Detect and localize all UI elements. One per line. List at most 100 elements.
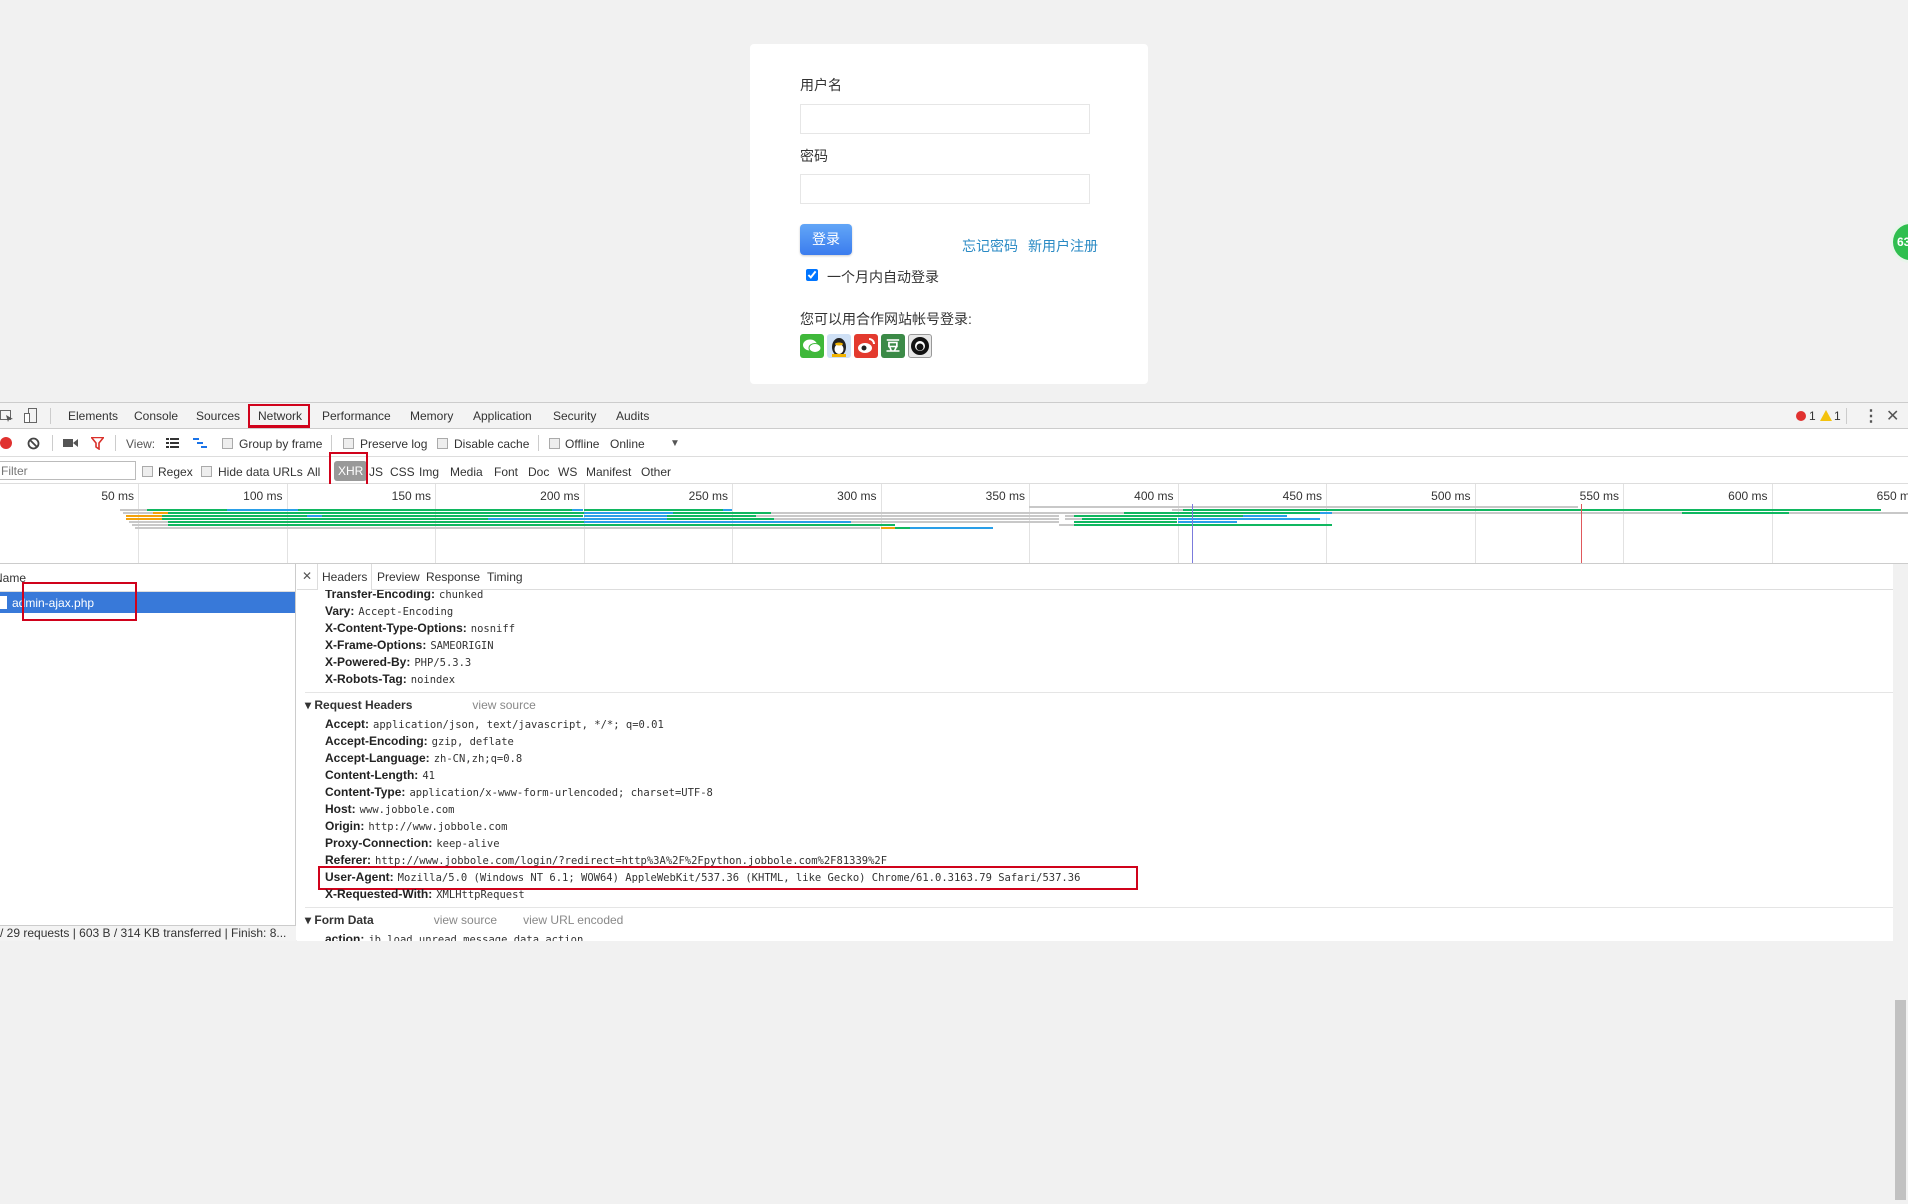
tab-sources[interactable]: Sources: [196, 409, 240, 423]
timeline-tick-label: 650 ms: [1876, 489, 1908, 503]
tab-response[interactable]: Response: [426, 570, 480, 584]
headers-scrollbar[interactable]: [1893, 564, 1908, 1200]
regex-checkbox[interactable]: [142, 466, 153, 477]
filter-type-css[interactable]: CSS: [390, 465, 415, 479]
request-timing-bar: [1058, 524, 1074, 526]
timeline-gridline: [1029, 484, 1030, 563]
warning-icon[interactable]: [1820, 410, 1832, 421]
large-rows-icon[interactable]: [166, 438, 179, 448]
view-toggle-link[interactable]: view URL encoded: [523, 913, 623, 927]
inspect-element-icon[interactable]: [0, 409, 14, 423]
collapse-triangle-icon[interactable]: ▾: [305, 698, 314, 712]
close-devtools-icon[interactable]: ✕: [1886, 406, 1899, 426]
error-count[interactable]: 1: [1809, 409, 1816, 423]
wechat-icon[interactable]: [800, 334, 824, 358]
request-timing-bar: [895, 527, 911, 529]
timeline-tick-label: 600 ms: [1728, 489, 1768, 503]
login-button[interactable]: 登录: [800, 224, 852, 255]
request-timing-bar: [1242, 515, 1288, 517]
header-name: X-Robots-Tag:: [325, 672, 407, 686]
section-title: Form Data: [314, 913, 374, 927]
filter-input[interactable]: [0, 461, 136, 480]
tab-memory[interactable]: Memory: [410, 409, 453, 423]
tab-audits[interactable]: Audits: [616, 409, 649, 423]
devtools-panel: Elements Console Sources Network Perform…: [0, 402, 1908, 1200]
offline-checkbox[interactable]: [549, 438, 560, 449]
username-input[interactable]: [800, 104, 1090, 134]
response-header-row: X-Frame-Options: SAMEORIGIN: [325, 637, 494, 654]
tab-preview[interactable]: Preview: [377, 570, 420, 584]
filter-type-doc[interactable]: Doc: [528, 465, 549, 479]
filter-type-ws[interactable]: WS: [558, 465, 577, 479]
hide-data-urls-checkbox[interactable]: [201, 466, 212, 477]
tab-security[interactable]: Security: [553, 409, 596, 423]
request-timing-bar: [167, 521, 435, 523]
tab-console[interactable]: Console: [134, 409, 178, 423]
overview-icon[interactable]: [193, 438, 207, 448]
filter-type-other[interactable]: Other: [641, 465, 671, 479]
network-overview-timeline[interactable]: 50 ms 100 ms 150 ms 200 ms 250 ms 300 ms 350 m…: [0, 484, 1908, 564]
tab-application[interactable]: Application: [473, 409, 532, 423]
header-name: Host:: [325, 802, 356, 816]
response-header-row: X-Robots-Tag: noindex: [325, 671, 455, 688]
timeline-tick-label: 500 ms: [1431, 489, 1471, 503]
filter-type-img[interactable]: Img: [419, 465, 439, 479]
remember-label: 一个月内自动登录: [827, 269, 939, 285]
header-value: keep-alive: [436, 838, 500, 850]
domcontentloaded-marker: [1192, 504, 1194, 563]
preserve-log-checkbox[interactable]: [343, 438, 354, 449]
request-timing-bar: [1124, 512, 1321, 514]
group-by-frame-checkbox[interactable]: [222, 438, 233, 449]
collapse-triangle-icon[interactable]: ▾: [305, 913, 314, 927]
floating-badge[interactable]: 63: [1890, 221, 1908, 263]
request-timing-bar: [1073, 521, 1178, 523]
request-timing-bar: [129, 521, 168, 523]
device-toolbar-icon[interactable]: [24, 408, 38, 424]
error-icon[interactable]: [1796, 411, 1806, 421]
view-toggle-link[interactable]: view source: [472, 698, 535, 712]
regex-label: Regex: [158, 465, 193, 479]
request-headers-section[interactable]: ▾ Request Headers view source: [305, 698, 536, 712]
header-name: Vary:: [325, 604, 355, 618]
view-toggle-link[interactable]: view source: [434, 913, 497, 927]
close-detail-icon[interactable]: ✕: [302, 569, 312, 583]
register-link[interactable]: 新用户注册: [1028, 236, 1098, 256]
filter-icon[interactable]: [91, 437, 104, 450]
filter-type-media[interactable]: Media: [450, 465, 483, 479]
warning-count[interactable]: 1: [1834, 409, 1841, 423]
capture-screenshots-icon[interactable]: [63, 438, 78, 448]
filter-type-all[interactable]: All: [307, 465, 320, 479]
weibo-icon[interactable]: [854, 334, 878, 358]
more-options-icon[interactable]: ⋮: [1863, 406, 1879, 426]
tab-headers[interactable]: Headers: [317, 564, 373, 590]
throttle-dropdown-icon[interactable]: ▼: [670, 438, 680, 449]
douban-icon[interactable]: 豆: [881, 334, 905, 358]
header-name: Accept-Encoding:: [325, 734, 428, 748]
scrollbar-thumb[interactable]: [1895, 1000, 1906, 1200]
request-timing-bar: [135, 527, 881, 529]
password-input[interactable]: [800, 174, 1090, 204]
request-timing-bar: [126, 515, 162, 517]
tab-performance[interactable]: Performance: [322, 409, 391, 423]
throttle-select[interactable]: Online: [610, 437, 645, 451]
filter-type-js[interactable]: JS: [369, 465, 383, 479]
header-value: www.jobbole.com: [359, 804, 455, 816]
header-name: X-Requested-With:: [325, 887, 433, 901]
disable-cache-checkbox[interactable]: [437, 438, 448, 449]
tab-timing[interactable]: Timing: [487, 570, 523, 584]
filter-type-font[interactable]: Font: [494, 465, 518, 479]
form-data-section[interactable]: ▾ Form Data view source view URL encoded: [305, 913, 623, 927]
github-icon[interactable]: [908, 334, 932, 358]
qq-icon[interactable]: [827, 334, 851, 358]
filter-type-manifest[interactable]: Manifest: [586, 465, 631, 479]
timeline-gridline: [1474, 484, 1476, 563]
record-icon[interactable]: [0, 437, 12, 449]
tab-elements[interactable]: Elements: [68, 409, 118, 423]
request-timing-bar: [435, 521, 584, 523]
header-value: zh-CN,zh;q=0.8: [433, 753, 523, 765]
clear-icon[interactable]: [27, 437, 40, 450]
forgot-password-link[interactable]: 忘记密码: [962, 236, 1018, 256]
remember-checkbox[interactable]: [806, 269, 818, 281]
request-timing-bar: [161, 515, 308, 517]
request-timing-bar: [1064, 518, 1083, 520]
